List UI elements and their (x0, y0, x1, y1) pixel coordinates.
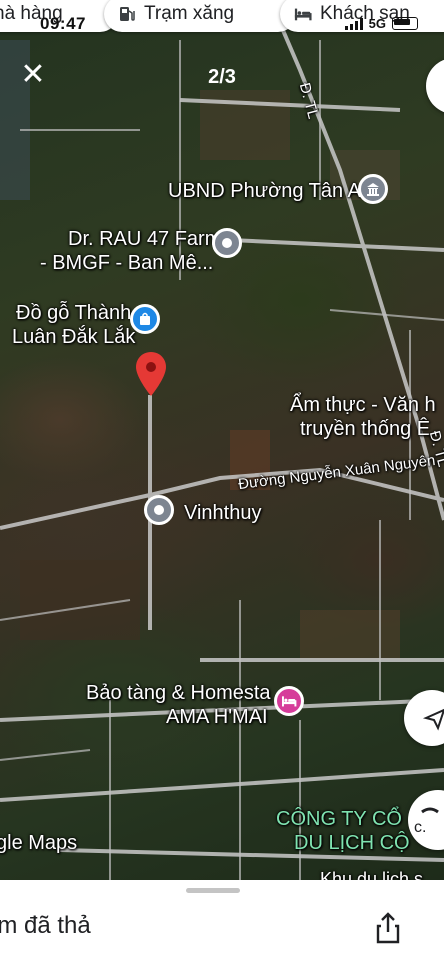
shopping-bag-icon[interactable] (130, 304, 160, 334)
place-label-food-line2: truyền thống Ê (300, 418, 431, 440)
place-marker-icon[interactable] (212, 228, 242, 258)
google-maps-logo: gle Maps (0, 832, 78, 854)
bed-icon (294, 8, 312, 21)
place-label-wood-line2: Luân Đắk Lắk (12, 326, 136, 348)
red-pin-icon[interactable] (134, 350, 168, 398)
gas-station-icon (120, 7, 135, 21)
place-label-food-line1: Ẩm thực - Văn h (290, 394, 436, 416)
government-building-icon[interactable] (358, 174, 388, 204)
place-label-vinhthuy: Vinhthuy (184, 502, 262, 524)
place-label-company-line1: CÔNG TY CỔ (276, 808, 402, 830)
status-time: 09:47 (40, 14, 86, 33)
place-label-wood-line1: Đồ gỗ Thành (16, 302, 132, 324)
network-type: 5G (368, 16, 386, 31)
place-label-khu: Khu du lịch s (320, 869, 424, 880)
chip-gas-stations[interactable]: Trạm xăng (104, 0, 296, 32)
navigate-button[interactable] (404, 690, 444, 746)
place-label-museum-line2: AMA H'MAI (166, 706, 268, 728)
navigation-arrow-icon (422, 708, 444, 731)
status-indicators: 5G (344, 16, 418, 31)
chip-gas-stations-label: Trạm xăng (144, 3, 235, 24)
sheet-title: im đã thả (0, 912, 91, 939)
place-marker-icon[interactable] (144, 495, 174, 525)
battery-icon (392, 17, 418, 30)
directions-button[interactable]: c. (408, 790, 444, 850)
hotel-marker-icon[interactable] (274, 686, 304, 716)
place-label-ubnd: UBND Phường Tân A (168, 180, 361, 202)
share-icon[interactable] (372, 910, 404, 946)
place-label-company-line2: DU LỊCH CỘ (294, 832, 410, 854)
map-area[interactable]: hà hàng Trạm xăng Khách sạn 09:47 5G ✕ 2… (0, 0, 444, 880)
cellular-signal-icon (344, 17, 363, 30)
svg-text:c.: c. (414, 819, 426, 836)
sheet-drag-handle[interactable] (186, 888, 240, 893)
place-label-farm-line1: Dr. RAU 47 Farm (68, 228, 222, 250)
image-counter: 2/3 (208, 66, 236, 88)
directions-icon: c. (414, 807, 439, 836)
place-label-farm-line2: - BMGF - Ban Mê... (40, 252, 214, 274)
place-label-museum-line1: Bảo tàng & Homesta (86, 682, 271, 704)
